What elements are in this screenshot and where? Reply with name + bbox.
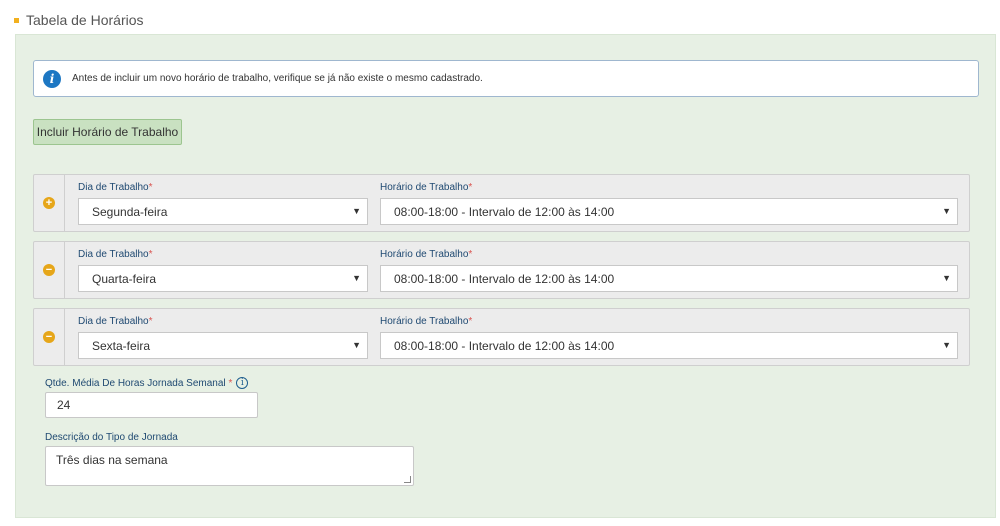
day-select-value: Segunda-feira bbox=[92, 204, 168, 219]
hour-select[interactable]: 08:00-18:00 - Intervalo de 12:00 às 14:0… bbox=[380, 265, 958, 292]
row-toggle[interactable]: − bbox=[34, 242, 65, 298]
info-text: Antes de incluir um novo horário de trab… bbox=[72, 73, 483, 84]
row-toggle[interactable]: − bbox=[34, 309, 65, 365]
info-alert: i Antes de incluir um novo horário de tr… bbox=[33, 60, 979, 97]
day-select[interactable]: Segunda-feira ▼ bbox=[78, 198, 368, 225]
hour-select-value: 08:00-18:00 - Intervalo de 12:00 às 14:0… bbox=[394, 271, 615, 286]
dropdown-arrow-icon: ▼ bbox=[942, 340, 951, 350]
schedule-row: − Dia de Trabalho* Horário de Trabalho* … bbox=[33, 308, 970, 366]
day-label: Dia de Trabalho* bbox=[78, 182, 153, 193]
minus-icon[interactable]: − bbox=[43, 331, 55, 343]
minus-icon[interactable]: − bbox=[43, 264, 55, 276]
day-label: Dia de Trabalho* bbox=[78, 316, 153, 327]
description-value: Três dias na semana bbox=[56, 453, 168, 467]
dropdown-arrow-icon: ▼ bbox=[352, 340, 361, 350]
section-title: Tabela de Horários bbox=[26, 12, 144, 28]
schedule-row: + Dia de Trabalho* Horário de Trabalho* … bbox=[33, 174, 970, 232]
hour-label: Horário de Trabalho* bbox=[380, 316, 473, 327]
plus-icon[interactable]: + bbox=[43, 197, 55, 209]
bullet-icon bbox=[14, 17, 19, 23]
weekly-hours-label: Qtde. Média De Horas Jornada Semanal * i bbox=[45, 377, 249, 389]
hour-select-value: 08:00-18:00 - Intervalo de 12:00 às 14:0… bbox=[394, 338, 615, 353]
day-select[interactable]: Sexta-feira ▼ bbox=[78, 332, 368, 359]
weekly-hours-input[interactable]: 24 bbox=[45, 392, 258, 418]
day-label: Dia de Trabalho* bbox=[78, 249, 153, 260]
schedule-panel: i Antes de incluir um novo horário de tr… bbox=[15, 34, 996, 518]
hour-select[interactable]: 08:00-18:00 - Intervalo de 12:00 às 14:0… bbox=[380, 198, 958, 225]
dropdown-arrow-icon: ▼ bbox=[942, 206, 951, 216]
dropdown-arrow-icon: ▼ bbox=[352, 206, 361, 216]
dropdown-arrow-icon: ▼ bbox=[352, 273, 361, 283]
day-select[interactable]: Quarta-feira ▼ bbox=[78, 265, 368, 292]
description-label: Descrição do Tipo de Jornada bbox=[45, 432, 178, 443]
resize-handle-icon[interactable] bbox=[404, 476, 411, 483]
section-header: Tabela de Horários bbox=[14, 10, 144, 30]
row-toggle[interactable]: + bbox=[34, 175, 65, 231]
info-icon: i bbox=[43, 69, 61, 88]
hour-select-value: 08:00-18:00 - Intervalo de 12:00 às 14:0… bbox=[394, 204, 615, 219]
description-textarea[interactable]: Três dias na semana bbox=[45, 446, 414, 486]
hour-label: Horário de Trabalho* bbox=[380, 249, 473, 260]
hour-label: Horário de Trabalho* bbox=[380, 182, 473, 193]
schedule-row: − Dia de Trabalho* Horário de Trabalho* … bbox=[33, 241, 970, 299]
dropdown-arrow-icon: ▼ bbox=[942, 273, 951, 283]
hour-select[interactable]: 08:00-18:00 - Intervalo de 12:00 às 14:0… bbox=[380, 332, 958, 359]
add-schedule-button[interactable]: Incluir Horário de Trabalho bbox=[33, 119, 182, 145]
day-select-value: Quarta-feira bbox=[92, 271, 157, 286]
help-icon[interactable]: i bbox=[236, 377, 249, 389]
day-select-value: Sexta-feira bbox=[92, 338, 151, 353]
